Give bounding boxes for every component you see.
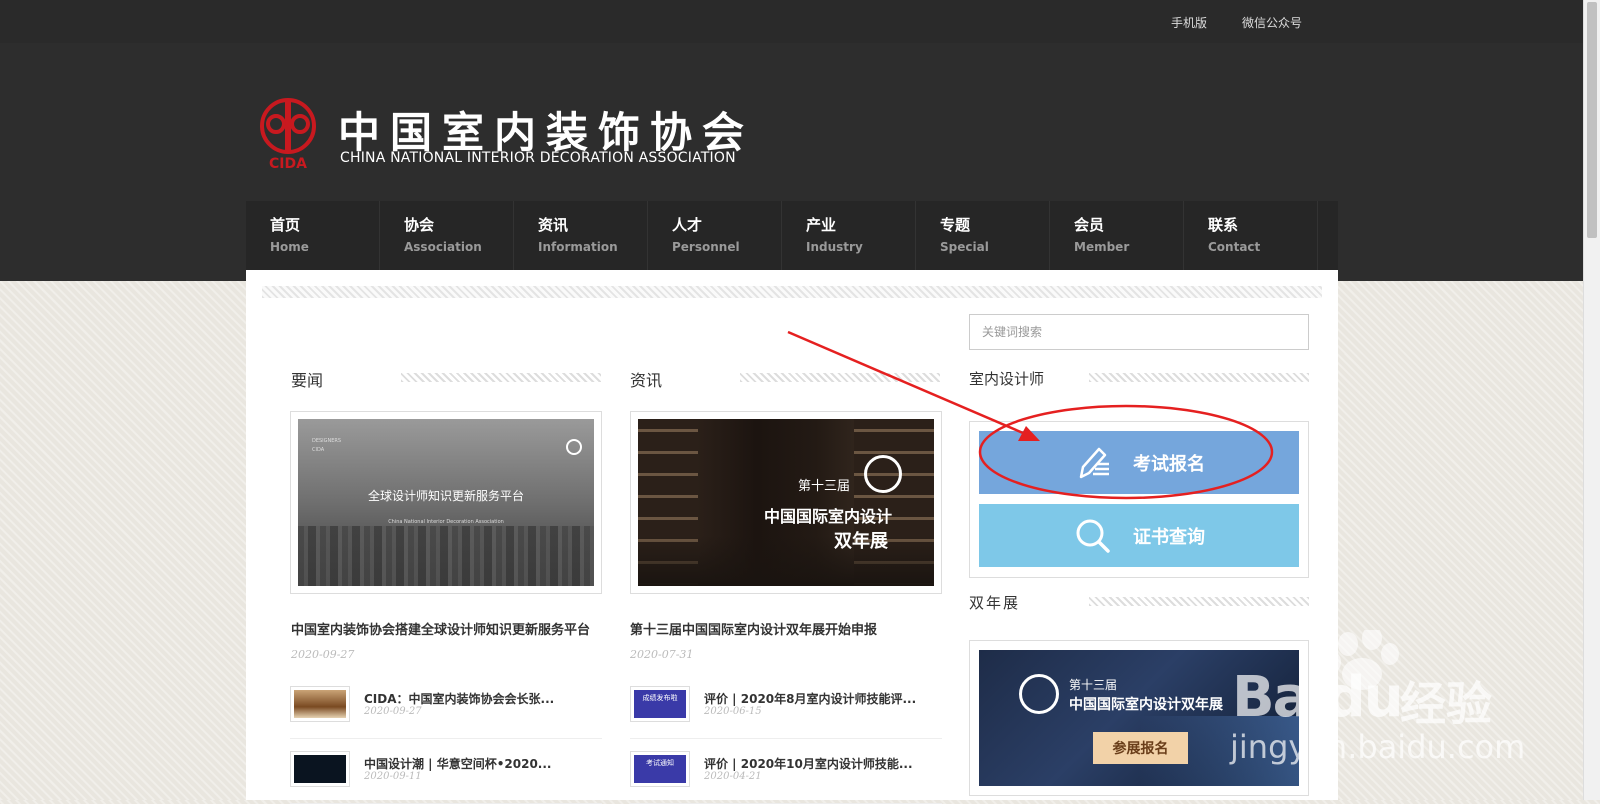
scrollbar-thumb[interactable]	[1587, 2, 1597, 238]
list-item[interactable]: 成绩发布啦 评价 | 2020年8月室内设计师技能评... 2020-06-15	[630, 684, 942, 739]
section-divider	[1089, 373, 1309, 382]
nav-item-personnel[interactable]: 人才 Personnel	[648, 201, 782, 270]
watermark-cn: 经验	[1400, 677, 1492, 731]
feature-image-corner-text: DESIGNERS CIDA	[312, 438, 342, 453]
skyline-graphic	[298, 526, 594, 586]
news-feature-image[interactable]: DESIGNERS CIDA 全球设计师知识更新服务平台 China Nation…	[290, 411, 602, 594]
info-headline-date: 2020-07-31	[630, 648, 694, 661]
nav-item-contact[interactable]: 联系 Contact	[1184, 201, 1318, 270]
section-divider	[401, 373, 601, 382]
main-content: 要闻 DESIGNERSCIDA 全球设计师知识更新服务平台 China Nat…	[246, 270, 1338, 804]
nav-item-special[interactable]: 专题 Special	[916, 201, 1050, 270]
info-headline-link[interactable]: 第十三届中国国际室内设计双年展开始申报	[630, 619, 877, 638]
nav-label-en: Home	[270, 240, 309, 254]
logo-badge-text: CIDA	[269, 156, 307, 170]
cida-logo-icon[interactable]: CIDA	[256, 98, 320, 170]
floor-graphic	[638, 536, 934, 586]
certificate-query-button[interactable]: 证书查询	[979, 504, 1299, 567]
wechat-link[interactable]: 微信公众号	[1242, 14, 1302, 31]
nav-label-en: Association	[404, 240, 482, 254]
feature-image-text: 双年展	[834, 531, 888, 552]
expo-register-button[interactable]: 参展报名	[1093, 732, 1188, 764]
item-thumbnail	[290, 686, 350, 722]
feature-image-subtitle: China National Interior Decoration Assoc…	[388, 519, 504, 525]
section-title-info: 资讯	[630, 371, 663, 390]
nav-label-en: Information	[538, 240, 618, 254]
expo-banner-text: 中国国际室内设计双年展	[1069, 697, 1223, 713]
section-title-expo: 双年展	[969, 594, 1021, 612]
nav-label-cn: 首页	[270, 216, 301, 234]
feature-image-title: 全球设计师知识更新服务平台	[367, 489, 524, 503]
news-headline-date: 2020-09-27	[291, 648, 355, 661]
feature-logo-icon	[566, 439, 582, 455]
item-thumbnail: 考试通知	[630, 751, 690, 787]
cert-button-label: 证书查询	[1133, 526, 1205, 548]
item-date: 2020-04-21	[704, 771, 762, 782]
item-title: CIDA：中国室内装饰协会会长张...	[364, 692, 555, 706]
section-title-designer: 室内设计师	[969, 370, 1045, 388]
designer-buttons-box: 考试报名 证书查询	[969, 421, 1309, 578]
feature-image-text: 中国国际室内设计	[764, 507, 893, 526]
list-item[interactable]: 中国设计潮 | 华意空间杯•2020... 2020-09-11	[290, 749, 602, 804]
item-thumbnail: 成绩发布啦	[630, 686, 690, 722]
feature-image-text: 第十三届	[798, 479, 851, 494]
item-date: 2020-06-15	[704, 706, 762, 717]
nav-label-en: Contact	[1208, 240, 1261, 254]
nav-item-information[interactable]: 资讯 Information	[514, 201, 648, 270]
watermark-brand: Baidu	[1232, 665, 1404, 730]
search-input[interactable]	[969, 314, 1309, 350]
section-title-news: 要闻	[291, 371, 324, 390]
search-icon	[1076, 519, 1110, 553]
page-scrollbar[interactable]	[1583, 0, 1600, 800]
nav-label-en: Personnel	[672, 240, 740, 254]
biennial-logo-icon	[1019, 674, 1059, 714]
exam-button-label: 考试报名	[1133, 453, 1205, 475]
nav-label-cn: 联系	[1208, 216, 1239, 234]
biennial-logo-icon	[864, 455, 902, 493]
exam-registration-button[interactable]: 考试报名	[979, 431, 1299, 494]
list-item[interactable]: 考试通知 评价 | 2020年10月室内设计师技能... 2020-04-21	[630, 749, 942, 804]
nav-item-member[interactable]: 会员 Member	[1050, 201, 1184, 270]
nav-label-cn: 资讯	[538, 216, 569, 234]
watermark-url: jingyan.baidu.com	[1230, 728, 1526, 766]
news-headline-link[interactable]: 中国室内装饰协会搭建全球设计师知识更新服务平台	[291, 619, 590, 638]
nav-label-cn: 协会	[404, 216, 435, 234]
info-feature-image[interactable]: 第十三届 中国国际室内设计 双年展	[630, 411, 942, 594]
item-title: 中国设计潮 | 华意空间杯•2020...	[364, 757, 552, 771]
item-thumbnail	[290, 751, 350, 787]
nav-label-cn: 专题	[940, 216, 971, 234]
nav-label-en: Special	[940, 240, 989, 254]
section-divider	[740, 373, 940, 382]
pen-icon	[1079, 447, 1109, 478]
item-title: 评价 | 2020年8月室内设计师技能评...	[704, 692, 917, 706]
nav-label-cn: 会员	[1074, 216, 1105, 234]
nav-label-en: Member	[1074, 240, 1130, 254]
nav-item-association[interactable]: 协会 Association	[380, 201, 514, 270]
nav-item-home[interactable]: 首页 Home	[246, 201, 380, 270]
section-divider	[1089, 597, 1309, 606]
site-title-en: CHINA NATIONAL INTERIOR DECORATION ASSOC…	[340, 150, 736, 166]
expo-banner-text: 第十三届	[1069, 678, 1118, 692]
main-nav: 首页 Home 协会 Association 资讯 Information 人才 Per…	[246, 201, 1338, 270]
item-date: 2020-09-27	[364, 706, 422, 717]
nav-label-cn: 产业	[806, 216, 837, 234]
list-item[interactable]: CIDA：中国室内装饰协会会长张... 2020-09-27	[290, 684, 602, 739]
nav-item-industry[interactable]: 产业 Industry	[782, 201, 916, 270]
top-bar: 手机版 微信公众号	[0, 0, 1584, 44]
nav-label-cn: 人才	[672, 216, 703, 234]
mobile-version-link[interactable]: 手机版	[1171, 14, 1207, 31]
decorative-stripe	[262, 286, 1322, 298]
item-date: 2020-09-11	[364, 771, 422, 782]
nav-label-en: Industry	[806, 240, 863, 254]
item-title: 评价 | 2020年10月室内设计师技能...	[704, 757, 913, 771]
